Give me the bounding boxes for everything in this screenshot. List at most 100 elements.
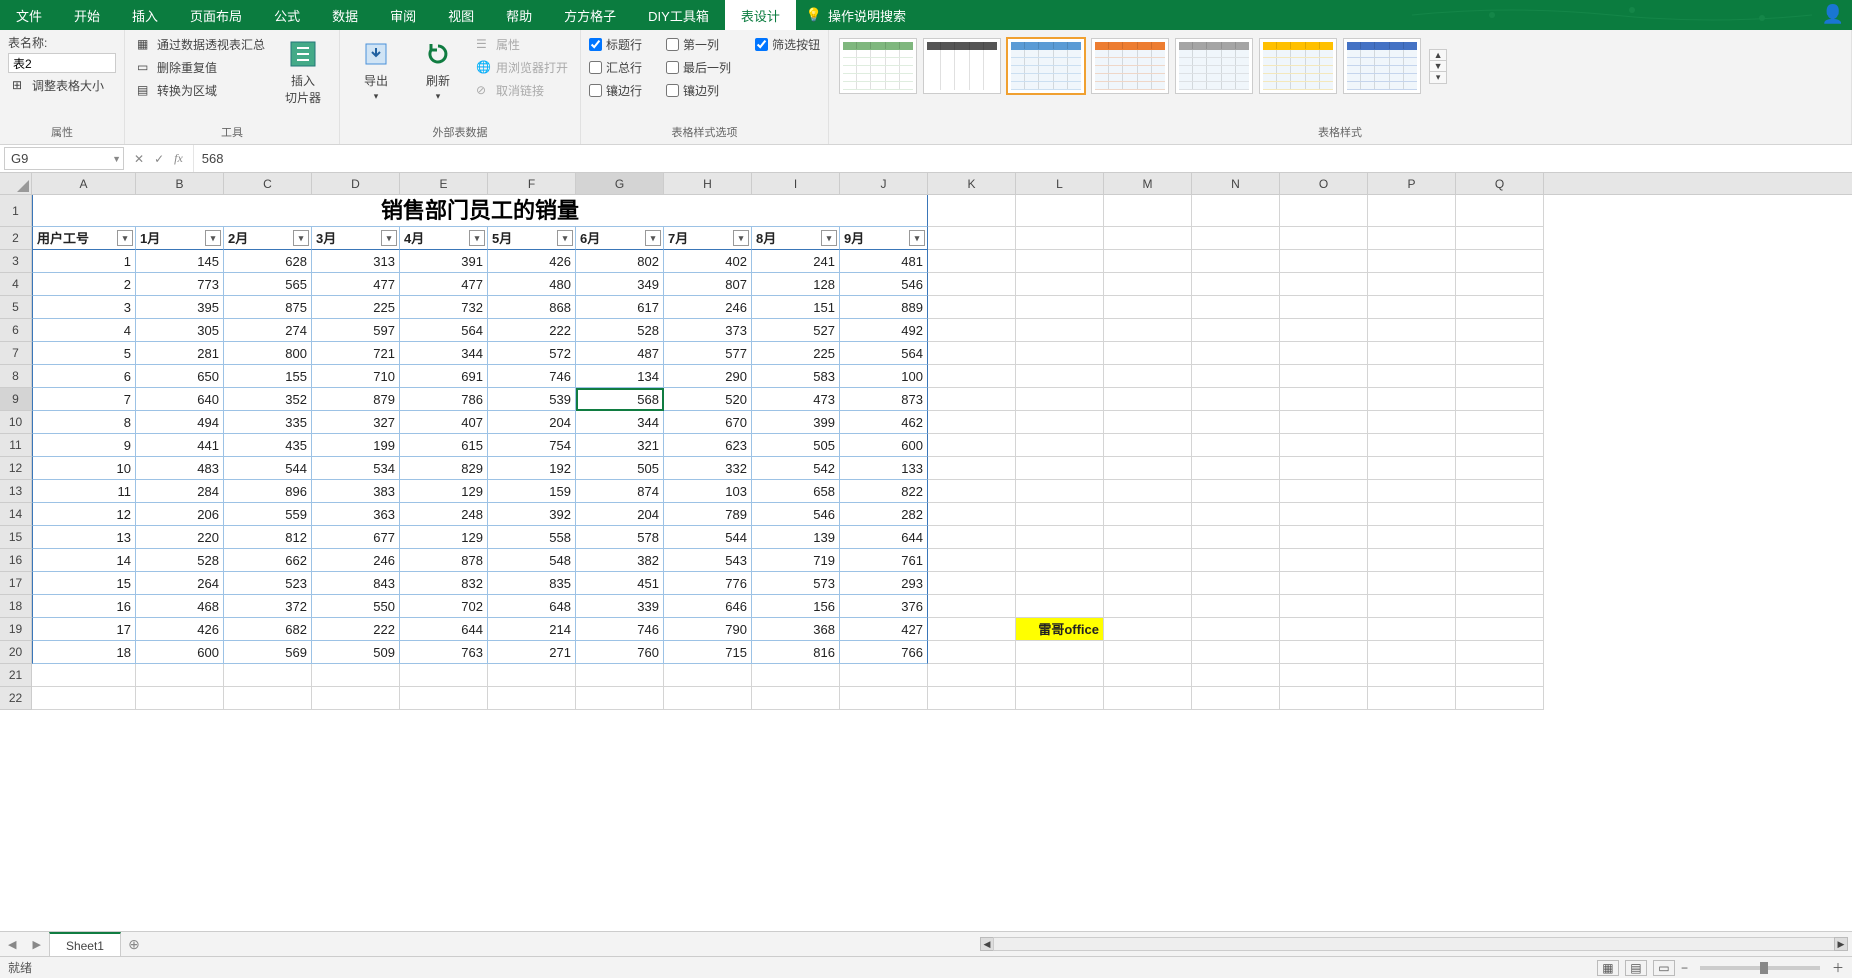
cell-O11[interactable]: [1280, 434, 1368, 457]
cell-A7[interactable]: 5: [32, 342, 136, 365]
cell-P17[interactable]: [1368, 572, 1456, 595]
row-header-12[interactable]: 12: [0, 457, 32, 480]
table-header-7[interactable]: 7月▾: [664, 227, 752, 250]
cell-F18[interactable]: 648: [488, 595, 576, 618]
cell-M18[interactable]: [1104, 595, 1192, 618]
cell-H10[interactable]: 670: [664, 411, 752, 434]
cell-N10[interactable]: [1192, 411, 1280, 434]
cell-M16[interactable]: [1104, 549, 1192, 572]
cell-M2[interactable]: [1104, 227, 1192, 250]
cell-J14[interactable]: 282: [840, 503, 928, 526]
cell-O6[interactable]: [1280, 319, 1368, 342]
cell-B13[interactable]: 284: [136, 480, 224, 503]
cell-E9[interactable]: 786: [400, 388, 488, 411]
cell-D16[interactable]: 246: [312, 549, 400, 572]
cell-O9[interactable]: [1280, 388, 1368, 411]
cell-N22[interactable]: [1192, 687, 1280, 710]
cell-B4[interactable]: 773: [136, 273, 224, 296]
accept-formula-button[interactable]: ✓: [154, 152, 164, 166]
cell-H15[interactable]: 544: [664, 526, 752, 549]
name-box[interactable]: G9▼: [4, 147, 124, 170]
cell-K19[interactable]: [928, 618, 1016, 641]
cell-F6[interactable]: 222: [488, 319, 576, 342]
cell-K13[interactable]: [928, 480, 1016, 503]
cell-F5[interactable]: 868: [488, 296, 576, 319]
cell-D21[interactable]: [312, 664, 400, 687]
cell-B10[interactable]: 494: [136, 411, 224, 434]
table-header-4[interactable]: 4月▾: [400, 227, 488, 250]
cell-F11[interactable]: 754: [488, 434, 576, 457]
cell-G19[interactable]: 746: [576, 618, 664, 641]
row-header-13[interactable]: 13: [0, 480, 32, 503]
cell-C10[interactable]: 335: [224, 411, 312, 434]
horizontal-scrollbar[interactable]: ◀ ▶: [980, 936, 1848, 952]
cell-F19[interactable]: 214: [488, 618, 576, 641]
banded-cols-checkbox[interactable]: 镶边列: [666, 80, 731, 101]
cell-J18[interactable]: 376: [840, 595, 928, 618]
cell-I5[interactable]: 151: [752, 296, 840, 319]
cell-B6[interactable]: 305: [136, 319, 224, 342]
cell-N14[interactable]: [1192, 503, 1280, 526]
cell-K11[interactable]: [928, 434, 1016, 457]
col-header-F[interactable]: F: [488, 173, 576, 194]
cell-Q22[interactable]: [1456, 687, 1544, 710]
cell-J10[interactable]: 462: [840, 411, 928, 434]
col-header-D[interactable]: D: [312, 173, 400, 194]
cell-F8[interactable]: 746: [488, 365, 576, 388]
col-header-H[interactable]: H: [664, 173, 752, 194]
cell-Q3[interactable]: [1456, 250, 1544, 273]
filter-button-3[interactable]: ▾: [381, 230, 397, 246]
cell-E12[interactable]: 829: [400, 457, 488, 480]
cell-J19[interactable]: 427: [840, 618, 928, 641]
cell-G5[interactable]: 617: [576, 296, 664, 319]
row-header-14[interactable]: 14: [0, 503, 32, 526]
cell-M12[interactable]: [1104, 457, 1192, 480]
view-normal-button[interactable]: ▦: [1597, 960, 1619, 976]
cell-K10[interactable]: [928, 411, 1016, 434]
cell-F12[interactable]: 192: [488, 457, 576, 480]
cell-D19[interactable]: 222: [312, 618, 400, 641]
cell-N11[interactable]: [1192, 434, 1280, 457]
export-button[interactable]: 导出▾: [348, 34, 404, 106]
cell-D6[interactable]: 597: [312, 319, 400, 342]
cell-Q14[interactable]: [1456, 503, 1544, 526]
cell-I19[interactable]: 368: [752, 618, 840, 641]
table-header-8[interactable]: 8月▾: [752, 227, 840, 250]
cell-L18[interactable]: [1016, 595, 1104, 618]
cell-H16[interactable]: 543: [664, 549, 752, 572]
cell-C16[interactable]: 662: [224, 549, 312, 572]
cell-F10[interactable]: 204: [488, 411, 576, 434]
cell-K14[interactable]: [928, 503, 1016, 526]
cell-O18[interactable]: [1280, 595, 1368, 618]
filter-button-2[interactable]: ▾: [293, 230, 309, 246]
table-style-thumb-6[interactable]: [1343, 38, 1421, 94]
cell-I14[interactable]: 546: [752, 503, 840, 526]
cell-N12[interactable]: [1192, 457, 1280, 480]
cell-N19[interactable]: [1192, 618, 1280, 641]
col-header-N[interactable]: N: [1192, 173, 1280, 194]
cell-N3[interactable]: [1192, 250, 1280, 273]
col-header-E[interactable]: E: [400, 173, 488, 194]
col-header-O[interactable]: O: [1280, 173, 1368, 194]
cell-I10[interactable]: 399: [752, 411, 840, 434]
cell-M13[interactable]: [1104, 480, 1192, 503]
spreadsheet-grid[interactable]: ABCDEFGHIJKLMNOPQ 1销售部门员工的销量2用户工号▾1月▾2月▾…: [0, 173, 1852, 931]
cell-B8[interactable]: 650: [136, 365, 224, 388]
cell-C21[interactable]: [224, 664, 312, 687]
cell-E6[interactable]: 564: [400, 319, 488, 342]
cell-F21[interactable]: [488, 664, 576, 687]
cell-N6[interactable]: [1192, 319, 1280, 342]
menu-tab-表设计[interactable]: 表设计: [725, 0, 796, 30]
cell-P12[interactable]: [1368, 457, 1456, 480]
cell-K21[interactable]: [928, 664, 1016, 687]
cell-D5[interactable]: 225: [312, 296, 400, 319]
banded-rows-checkbox[interactable]: 镶边行: [589, 80, 642, 101]
cell-D7[interactable]: 721: [312, 342, 400, 365]
select-all-corner[interactable]: [0, 173, 32, 194]
insert-slicer-button[interactable]: 插入 切片器: [275, 34, 331, 110]
cell-F4[interactable]: 480: [488, 273, 576, 296]
zoom-out-button[interactable]: −: [1681, 961, 1688, 975]
cell-L13[interactable]: [1016, 480, 1104, 503]
row-header-20[interactable]: 20: [0, 641, 32, 664]
gallery-down-button[interactable]: ▼: [1430, 61, 1446, 72]
